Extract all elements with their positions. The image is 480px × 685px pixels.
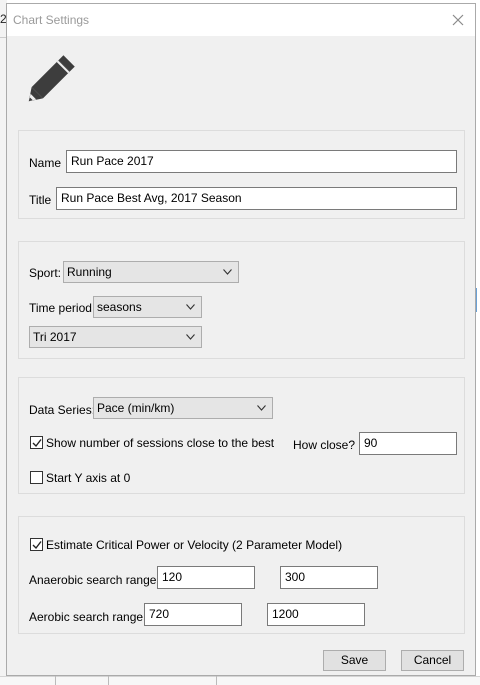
time-period-label: Time period <box>29 301 92 315</box>
period-group: Sport: Running Time period seasons Tri 2… <box>18 241 465 359</box>
data-series-label: Data Series: <box>29 403 96 417</box>
title-field[interactable]: Run Pace Best Avg, 2017 Season <box>56 187 457 210</box>
show-sessions-checkbox[interactable] <box>30 436 43 449</box>
time-period-dropdown[interactable]: seasons <box>93 296 202 318</box>
sport-dropdown[interactable]: Running <box>63 261 239 283</box>
background-axis-tick <box>55 676 56 685</box>
checkmark-icon <box>32 439 42 448</box>
background-chart-axis <box>0 676 480 685</box>
how-close-label: How close? <box>293 438 356 452</box>
close-icon <box>452 14 464 26</box>
season-value: Tri 2017 <box>33 330 77 344</box>
chart-settings-dialog: Chart Settings Name Run Pace 2017 Title … <box>6 3 476 676</box>
how-close-field[interactable]: 90 <box>359 432 457 455</box>
dialog-title: Chart Settings <box>13 13 90 27</box>
sport-label: Sport: <box>29 266 62 280</box>
chevron-down-icon <box>257 405 266 411</box>
pencil-icon <box>28 55 75 102</box>
aerobic-from-field[interactable]: 720 <box>144 603 242 626</box>
estimate-critical-checkbox[interactable] <box>30 538 43 551</box>
series-group: Data Series: Pace (min/km) Show number o… <box>18 377 465 494</box>
start-y-axis-checkbox[interactable] <box>30 471 43 484</box>
close-button[interactable] <box>447 10 469 30</box>
data-series-value: Pace (min/km) <box>97 401 175 415</box>
save-button[interactable]: Save <box>323 650 386 671</box>
cancel-button[interactable]: Cancel <box>401 650 464 671</box>
background-axis-tick <box>108 676 109 685</box>
aerobic-range-label: Aerobic search range <box>29 610 144 624</box>
chevron-down-icon <box>223 269 232 275</box>
season-dropdown[interactable]: Tri 2017 <box>29 326 202 348</box>
dialog-titlebar[interactable]: Chart Settings <box>7 4 475 36</box>
critical-power-group: Estimate Critical Power or Velocity (2 P… <box>18 516 465 634</box>
aerobic-to-field[interactable]: 1200 <box>267 603 365 626</box>
name-label: Name <box>29 156 62 170</box>
background-axis-tick <box>216 676 217 685</box>
start-y-axis-label[interactable]: Start Y axis at 0 <box>46 471 130 485</box>
anaerobic-range-label: Anaerobic search range <box>29 573 157 587</box>
general-group: Name Run Pace 2017 Title Run Pace Best A… <box>18 130 465 219</box>
title-label: Title <box>29 193 52 207</box>
background-chart-line <box>476 288 480 312</box>
sport-value: Running <box>67 265 112 279</box>
checkmark-icon <box>32 541 42 550</box>
name-field[interactable]: Run Pace 2017 <box>66 150 457 173</box>
data-series-dropdown[interactable]: Pace (min/km) <box>93 397 273 419</box>
anaerobic-from-field[interactable]: 120 <box>157 566 255 589</box>
time-period-value: seasons <box>97 300 142 314</box>
chevron-down-icon <box>186 304 195 310</box>
anaerobic-to-field[interactable]: 300 <box>280 566 378 589</box>
chevron-down-icon <box>186 334 195 340</box>
background-app-edge-right <box>476 0 480 685</box>
estimate-critical-label[interactable]: Estimate Critical Power or Velocity (2 P… <box>46 538 342 552</box>
show-sessions-label[interactable]: Show number of sessions close to the bes… <box>46 436 274 450</box>
